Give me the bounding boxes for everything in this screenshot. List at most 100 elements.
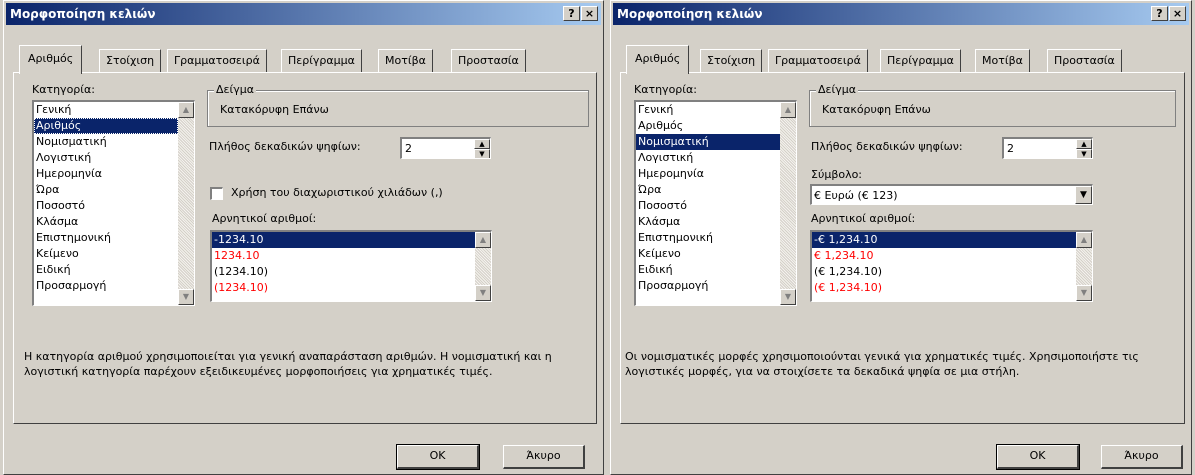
negative-format-item[interactable]: (€ 1,234.10) <box>812 264 1076 280</box>
category-item[interactable]: Κλάσμα <box>636 214 780 230</box>
spin-down-icon[interactable]: ▼ <box>1076 149 1092 158</box>
scroll-up-icon[interactable]: ▲ <box>1076 232 1092 248</box>
ok-button[interactable]: OK <box>996 444 1080 470</box>
category-scrollbar[interactable]: ▲ ▼ <box>780 102 796 305</box>
spin-up-icon[interactable]: ▲ <box>1076 139 1092 149</box>
decimal-places-label: Πλήθος δεκαδικών ψηφίων: <box>811 140 963 153</box>
scroll-down-icon[interactable]: ▼ <box>1076 285 1092 301</box>
sample-label: Δείγμα <box>816 83 858 96</box>
scroll-up-icon[interactable]: ▲ <box>178 102 194 118</box>
category-item[interactable]: Λογιστική <box>34 150 178 166</box>
category-item[interactable]: Γενική <box>34 102 178 118</box>
tab-border[interactable]: Περίγραμμα <box>281 49 362 73</box>
sample-group: Δείγμα Κατακόρυφη Επάνω <box>207 83 589 127</box>
negative-format-item[interactable]: -€ 1,234.10 <box>812 232 1076 248</box>
category-label: Κατηγορία: <box>634 83 697 96</box>
scroll-up-icon[interactable]: ▲ <box>780 102 796 118</box>
spin-down-icon[interactable]: ▼ <box>474 149 490 158</box>
category-item[interactable]: Γενική <box>636 102 780 118</box>
category-item[interactable]: Ειδική <box>636 262 780 278</box>
category-item[interactable]: Ποσοστό <box>34 198 178 214</box>
category-list[interactable]: Γενική Αριθμός Νομισματική Λογιστική Ημερομη… <box>634 100 797 306</box>
currency-symbol-dropdown[interactable]: € Ευρώ (€ 123) ▼ <box>810 184 1093 205</box>
scroll-down-icon[interactable]: ▼ <box>178 289 194 305</box>
category-item[interactable]: Ποσοστό <box>636 198 780 214</box>
decimal-places-spinner[interactable]: 2 ▲ ▼ <box>1002 137 1093 159</box>
help-button[interactable]: ? <box>1151 6 1168 21</box>
category-scrollbar[interactable]: ▲ ▼ <box>178 102 194 305</box>
negative-scrollbar[interactable]: ▲ ▼ <box>475 232 491 301</box>
category-item[interactable]: Νομισματική <box>636 134 780 150</box>
thousands-separator-label: Χρήση του διαχωριστικού χιλιάδων (,) <box>231 186 443 199</box>
title-bar[interactable]: Μορφοποίηση κελιών ? × <box>6 3 601 25</box>
tab-font[interactable]: Γραμματοσειρά <box>167 49 267 73</box>
negative-scrollbar[interactable]: ▲ ▼ <box>1076 232 1092 301</box>
dialog-title: Μορφοποίηση κελιών <box>10 7 156 21</box>
close-button[interactable]: × <box>581 6 598 21</box>
category-list[interactable]: Γενική Αριθμός Νομισματική Λογιστική Ημερομη… <box>32 100 195 306</box>
negative-format-item[interactable]: (€ 1,234.10) <box>812 280 1076 296</box>
tab-panel: Κατηγορία: Γενική Αριθμός Νομισματική Λογισ… <box>13 72 597 424</box>
ok-button[interactable]: OK <box>396 444 480 470</box>
sample-value: Κατακόρυφη Επάνω <box>220 103 329 116</box>
tab-protection[interactable]: Προστασία <box>1047 49 1122 73</box>
dialog-title: Μορφοποίηση κελιών <box>617 7 763 21</box>
tab-number[interactable]: Αριθμός <box>626 45 690 74</box>
tab-border[interactable]: Περίγραμμα <box>880 49 961 73</box>
tab-font[interactable]: Γραμματοσειρά <box>768 49 868 73</box>
spin-up-icon[interactable]: ▲ <box>474 139 490 149</box>
sample-value: Κατακόρυφη Επάνω <box>822 103 931 116</box>
scroll-up-icon[interactable]: ▲ <box>475 232 491 248</box>
negative-format-item[interactable]: -1234.10 <box>212 232 475 248</box>
sample-group: Δείγμα Κατακόρυφη Επάνω <box>809 83 1176 127</box>
category-item[interactable]: Επιστημονική <box>34 230 178 246</box>
tab-number[interactable]: Αριθμός <box>19 45 83 74</box>
symbol-label: Σύμβολο: <box>811 168 863 181</box>
category-item[interactable]: Κλάσμα <box>34 214 178 230</box>
chevron-down-icon[interactable]: ▼ <box>1075 186 1092 204</box>
tab-alignment[interactable]: Στοίχιση <box>99 49 162 73</box>
negative-format-item[interactable]: (1234.10) <box>212 264 475 280</box>
negative-format-item[interactable]: € 1,234.10 <box>812 248 1076 264</box>
category-item[interactable]: Προσαρμογή <box>636 278 780 294</box>
cancel-button[interactable]: Άκυρο <box>1101 445 1183 469</box>
category-item[interactable]: Αριθμός <box>636 118 780 134</box>
currency-symbol-value[interactable]: € Ευρώ (€ 123) <box>814 189 898 202</box>
decimal-places-spinner[interactable]: 2 ▲ ▼ <box>400 137 491 159</box>
tab-alignment[interactable]: Στοίχιση <box>700 49 763 73</box>
sample-label: Δείγμα <box>214 83 256 96</box>
category-item[interactable]: Προσαρμογή <box>34 278 178 294</box>
category-item[interactable]: Ώρα <box>636 182 780 198</box>
cancel-button[interactable]: Άκυρο <box>503 445 585 469</box>
category-label: Κατηγορία: <box>32 83 95 96</box>
category-item[interactable]: Επιστημονική <box>636 230 780 246</box>
category-item[interactable]: Κείμενο <box>636 246 780 262</box>
decimal-places-value[interactable]: 2 <box>1007 142 1014 155</box>
tab-patterns[interactable]: Μοτίβα <box>975 49 1030 73</box>
format-cells-dialog-number: Μορφοποίηση κελιών ? × Αριθμός Στοίχιση … <box>3 0 604 475</box>
close-button[interactable]: × <box>1169 6 1186 21</box>
decimal-places-value[interactable]: 2 <box>405 142 412 155</box>
negative-format-item[interactable]: 1234.10 <box>212 248 475 264</box>
help-button[interactable]: ? <box>563 6 580 21</box>
category-item[interactable]: Ημερομηνία <box>34 166 178 182</box>
negative-format-item[interactable]: (1234.10) <box>212 280 475 296</box>
category-description: Η κατηγορία αριθμού χρησιμοποιείται για … <box>24 350 552 378</box>
negative-numbers-list[interactable]: -€ 1,234.10 € 1,234.10 (€ 1,234.10) (€ 1,23… <box>810 230 1093 302</box>
format-cells-dialog-currency: Μορφοποίηση κελιών ? × Αριθμός Στοίχιση … <box>610 0 1192 475</box>
category-item[interactable]: Ώρα <box>34 182 178 198</box>
category-item[interactable]: Λογιστική <box>636 150 780 166</box>
negative-numbers-list[interactable]: -1234.10 1234.10 (1234.10) (1234.10) ▲ ▼ <box>210 230 492 302</box>
tab-patterns[interactable]: Μοτίβα <box>378 49 433 73</box>
tab-protection[interactable]: Προστασία <box>451 49 526 73</box>
category-item[interactable]: Νομισματική <box>34 134 178 150</box>
scroll-down-icon[interactable]: ▼ <box>780 289 796 305</box>
category-item[interactable]: Κείμενο <box>34 246 178 262</box>
category-item[interactable]: Αριθμός <box>34 118 178 134</box>
title-bar[interactable]: Μορφοποίηση κελιών ? × <box>613 3 1189 25</box>
category-item[interactable]: Ημερομηνία <box>636 166 780 182</box>
thousands-separator-checkbox[interactable] <box>210 187 223 200</box>
decimal-places-label: Πλήθος δεκαδικών ψηφίων: <box>209 140 361 153</box>
category-item[interactable]: Ειδική <box>34 262 178 278</box>
scroll-down-icon[interactable]: ▼ <box>475 285 491 301</box>
